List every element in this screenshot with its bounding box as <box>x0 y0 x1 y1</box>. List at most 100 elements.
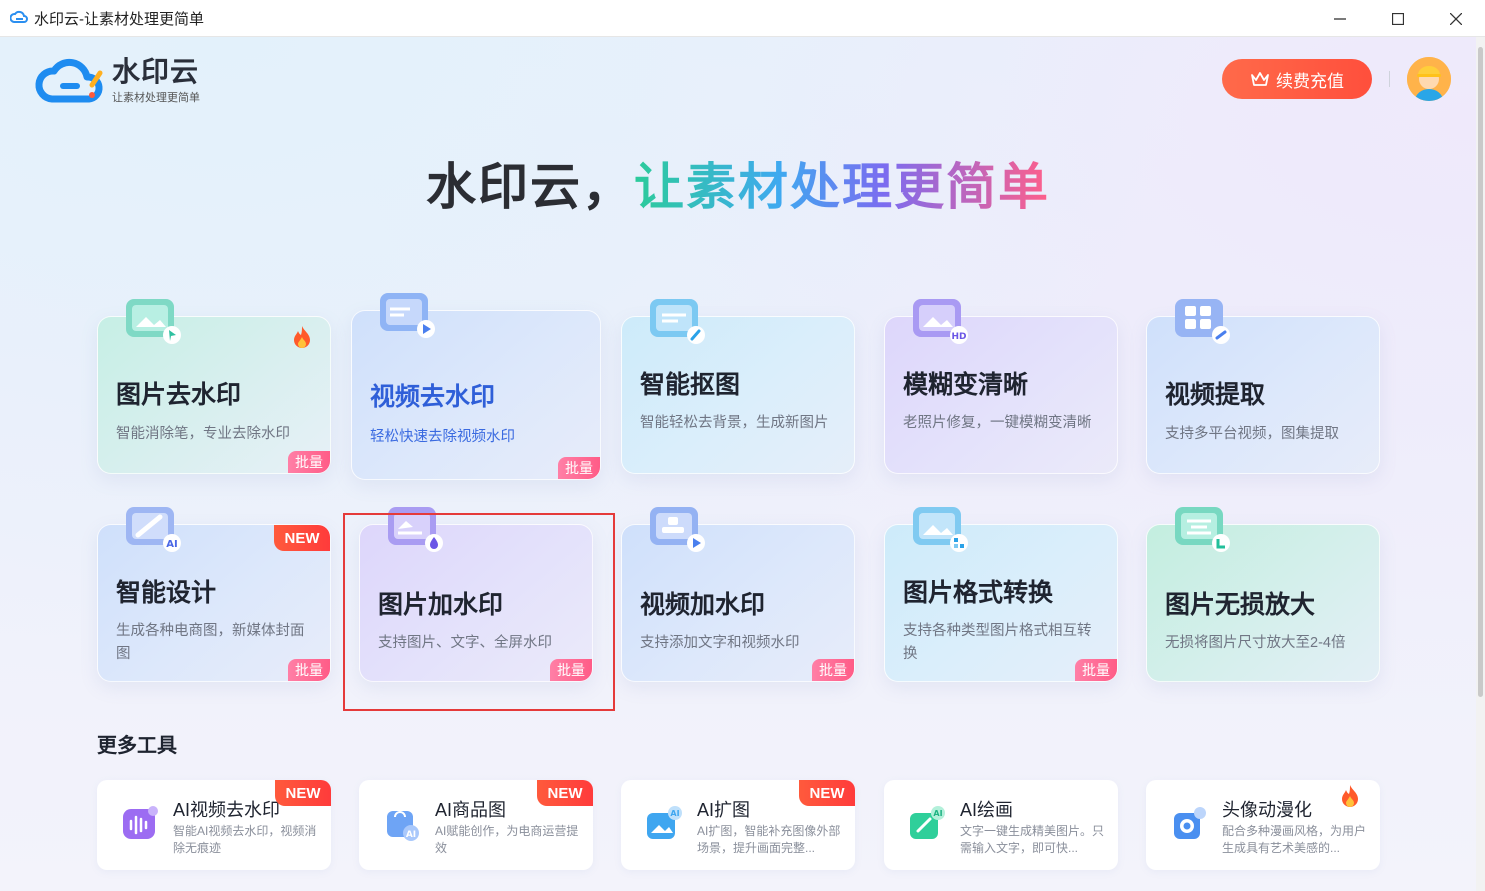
maximize-icon <box>1392 12 1404 25</box>
card-smart-design[interactable]: AI NEW 智能设计 生成各种电商图，新媒体封面图 批量 <box>97 507 331 682</box>
card-video-remove-watermark[interactable]: 视频去水印 轻松快速去除视频水印 批量 <box>351 293 601 480</box>
card-title: 图片无损放大 <box>1165 591 1316 619</box>
hd-enhance-icon: HD <box>913 299 968 344</box>
tool-title: AI商品图 <box>435 800 507 820</box>
card-title: 图片加水印 <box>378 591 504 619</box>
format-convert-icon <box>913 507 968 552</box>
card-title: 图片去水印 <box>116 381 242 409</box>
svg-text:AI: AI <box>166 539 177 550</box>
tool-desc: 文字一键生成精美图片。只需输入文字，即可快... <box>960 824 1105 855</box>
tool-ai-video-remove-watermark[interactable]: AI视频去水印 智能AI视频去水印，视频消除无痕迹 NEW <box>97 780 331 870</box>
ai-design-icon: AI <box>126 507 181 552</box>
card-desc: 智能消除笔，专业去除水印 <box>116 426 290 442</box>
tool-title: 头像动漫化 <box>1222 800 1312 820</box>
scrollbar-thumb[interactable] <box>1478 47 1483 697</box>
card-title: 视频加水印 <box>640 591 766 619</box>
svg-text:AI: AI <box>406 830 416 840</box>
new-badge: NEW <box>274 525 330 551</box>
card-title: 智能设计 <box>116 579 217 607</box>
ai-expand-icon: AI <box>647 806 682 839</box>
headline-brand: 水印云， <box>426 159 634 215</box>
card-desc: 支持添加文字和视频水印 <box>640 635 800 651</box>
batch-badge: 批量 <box>550 659 592 681</box>
card-video-extract[interactable]: 视频提取 支持多平台视频，图集提取 <box>1146 299 1380 474</box>
tool-title: AI扩图 <box>697 800 751 820</box>
batch-badge: 批量 <box>812 659 854 681</box>
minimize-button[interactable] <box>1311 0 1369 37</box>
tool-ai-painting[interactable]: AI AI绘画 文字一键生成精美图片。只需输入文字，即可快... <box>884 780 1118 870</box>
card-desc: 支持各种类型图片格式相互转换 <box>903 623 1092 662</box>
batch-badge: 批量 <box>558 457 600 479</box>
card-title: 视频提取 <box>1165 381 1266 409</box>
video-watermark-icon <box>650 507 705 552</box>
tool-desc: 配合多种漫画风格，为用户生成具有艺术美感的... <box>1222 824 1367 855</box>
tool-desc: AI扩图，智能补充图像外部场景，提升画面完整... <box>697 824 841 855</box>
tool-ai-expand-image[interactable]: AI AI扩图 AI扩图，智能补充图像外部场景，提升画面完整... NEW <box>621 780 855 870</box>
logo-slogan: 让素材处理更简单 <box>112 92 200 104</box>
batch-badge: 批量 <box>288 659 330 681</box>
maximize-button[interactable] <box>1369 0 1427 37</box>
batch-badge: 批量 <box>288 451 330 473</box>
card-image-add-watermark[interactable]: 图片加水印 支持图片、文字、全屏水印 批量 <box>359 507 593 682</box>
renew-vip-label: 续费充值 <box>1276 71 1344 91</box>
svg-text:AI: AI <box>670 809 679 818</box>
main-window: 水印云 让素材处理更简单 续费充值 水印云，让素材处理更简单 图片去水印 智能消… <box>0 37 1476 891</box>
card-desc: 生成各种电商图，新媒体封面图 <box>116 623 305 662</box>
tool-ai-product-image[interactable]: AI AI商品图 AI赋能创作，为电商运营提效 NEW <box>359 780 593 870</box>
card-desc: 智能轻松去背景，生成新图片 <box>640 415 829 431</box>
app-logo-icon <box>10 10 28 23</box>
close-icon <box>1450 12 1462 25</box>
card-title: 智能抠图 <box>640 371 741 399</box>
batch-badge: 批量 <box>1075 659 1117 681</box>
ai-video-icon <box>123 806 158 839</box>
card-title: 视频去水印 <box>370 383 496 411</box>
card-format-convert[interactable]: 图片格式转换 支持各种类型图片格式相互转换 批量 <box>884 507 1118 682</box>
card-desc: 老照片修复，一键模糊变清晰 <box>903 415 1092 431</box>
card-blur-to-clear[interactable]: HD 模糊变清晰 老照片修复，一键模糊变清晰 <box>884 299 1118 474</box>
tool-title: AI绘画 <box>960 800 1014 820</box>
vertical-scrollbar[interactable] <box>1476 37 1485 891</box>
avatar-icon <box>1407 57 1451 101</box>
new-badge: NEW <box>537 780 593 806</box>
tool-avatar-anime[interactable]: 头像动漫化 配合多种漫画风格，为用户生成具有艺术美感的... <box>1146 780 1380 870</box>
window-titlebar: 水印云-让素材处理更简单 <box>0 0 1485 37</box>
image-watermark-icon <box>388 507 443 552</box>
logo-name: 水印云 <box>112 56 200 87</box>
card-video-add-watermark[interactable]: 视频加水印 支持添加文字和视频水印 批量 <box>621 507 855 682</box>
fire-icon <box>294 326 310 348</box>
renew-vip-button[interactable]: 续费充值 <box>1222 59 1372 99</box>
more-tools-title: 更多工具 <box>97 735 177 757</box>
page-headline: 水印云，让素材处理更简单 <box>0 147 1476 219</box>
card-desc: 无损将图片尺寸放大至2-4倍 <box>1165 635 1346 651</box>
cloud-logo-icon <box>35 59 103 103</box>
image-eraser-icon <box>126 299 181 344</box>
close-button[interactable] <box>1427 0 1485 37</box>
tool-desc: AI赋能创作，为电商运营提效 <box>435 824 579 855</box>
avatar-anime-icon <box>1174 807 1206 839</box>
card-title: 模糊变清晰 <box>903 371 1029 399</box>
card-desc: 支持图片、文字、全屏水印 <box>378 635 552 651</box>
card-image-remove-watermark[interactable]: 图片去水印 智能消除笔，专业去除水印 批量 <box>97 299 331 474</box>
svg-text:HD: HD <box>951 332 966 342</box>
window-title: 水印云-让素材处理更简单 <box>34 10 204 28</box>
brand-logo[interactable]: 水印云 让素材处理更简单 <box>34 55 200 107</box>
ai-product-icon: AI <box>387 811 419 841</box>
minimize-icon <box>1334 17 1346 20</box>
card-lossless-upscale[interactable]: 图片无损放大 无损将图片尺寸放大至2-4倍 <box>1146 507 1380 682</box>
tool-title: AI视频去水印 <box>173 800 281 820</box>
new-badge: NEW <box>275 780 331 806</box>
ai-paint-icon: AI <box>910 806 945 839</box>
tool-desc: 智能AI视频去水印，视频消除无痕迹 <box>173 824 317 855</box>
crown-icon <box>1251 72 1269 86</box>
card-title: 图片格式转换 <box>903 579 1054 607</box>
video-extract-icon <box>1175 299 1230 344</box>
video-eraser-icon <box>380 293 435 338</box>
card-desc: 支持多平台视频，图集提取 <box>1165 426 1339 442</box>
upscale-icon <box>1175 507 1230 552</box>
card-smart-cutout[interactable]: 智能抠图 智能轻松去背景，生成新图片 <box>621 299 855 474</box>
header-divider <box>1389 71 1390 87</box>
user-avatar[interactable] <box>1407 57 1451 101</box>
headline-slogan: 让素材处理更简单 <box>634 159 1050 215</box>
new-badge: NEW <box>799 780 855 806</box>
card-desc: 轻松快速去除视频水印 <box>370 429 515 445</box>
